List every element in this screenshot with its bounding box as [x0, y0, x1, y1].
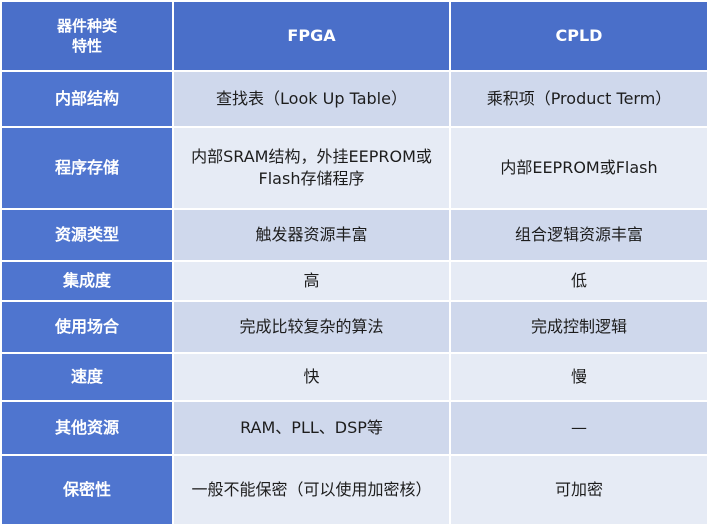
table-row: 速度 快 慢 — [0, 352, 707, 402]
table-row: 集成度 高 低 — [0, 260, 707, 302]
row-label: 内部结构 — [0, 70, 174, 128]
fpga-cell: 完成比较复杂的算法 — [172, 300, 451, 354]
row-label: 保密性 — [0, 454, 174, 526]
table-row: 内部结构 查找表（Look Up Table） 乘积项（Product Term… — [0, 70, 707, 128]
fpga-cell: RAM、PLL、DSP等 — [172, 400, 451, 456]
fpga-cell: 快 — [172, 352, 451, 402]
fpga-cell: 一般不能保密（可以使用加密核） — [172, 454, 451, 526]
cpld-cell: 完成控制逻辑 — [449, 300, 707, 354]
cpld-cell: 慢 — [449, 352, 707, 402]
table-row: 使用场合 完成比较复杂的算法 完成控制逻辑 — [0, 300, 707, 354]
cpld-cell: 内部EEPROM或Flash — [449, 126, 707, 210]
cpld-cell: 组合逻辑资源丰富 — [449, 208, 707, 262]
row-label: 程序存储 — [0, 126, 174, 210]
comparison-table: 器件种类 特性 FPGA CPLD 内部结构 查找表（Look Up Table… — [0, 0, 707, 526]
cpld-cell: — — [449, 400, 707, 456]
row-label: 资源类型 — [0, 208, 174, 262]
header-row: 器件种类 特性 FPGA CPLD — [0, 0, 707, 72]
table-row: 资源类型 触发器资源丰富 组合逻辑资源丰富 — [0, 208, 707, 262]
cpld-column-header: CPLD — [449, 0, 707, 72]
row-label: 集成度 — [0, 260, 174, 302]
table-row: 保密性 一般不能保密（可以使用加密核） 可加密 — [0, 454, 707, 526]
row-label: 使用场合 — [0, 300, 174, 354]
fpga-cell: 触发器资源丰富 — [172, 208, 451, 262]
fpga-column-header: FPGA — [172, 0, 451, 72]
table-row: 其他资源 RAM、PLL、DSP等 — — [0, 400, 707, 456]
row-label: 速度 — [0, 352, 174, 402]
fpga-cell: 查找表（Look Up Table） — [172, 70, 451, 128]
fpga-cell: 内部SRAM结构，外挂EEPROM或Flash存储程序 — [172, 126, 451, 210]
row-label: 其他资源 — [0, 400, 174, 456]
corner-header: 器件种类 特性 — [0, 0, 174, 72]
corner-header-line2: 特性 — [71, 37, 102, 55]
table-row: 程序存储 内部SRAM结构，外挂EEPROM或Flash存储程序 内部EEPRO… — [0, 126, 707, 210]
cpld-cell: 低 — [449, 260, 707, 302]
corner-header-line1: 器件种类 — [56, 16, 117, 35]
cpld-cell: 乘积项（Product Term） — [449, 70, 707, 128]
fpga-cell: 高 — [172, 260, 451, 302]
cpld-cell: 可加密 — [449, 454, 707, 526]
